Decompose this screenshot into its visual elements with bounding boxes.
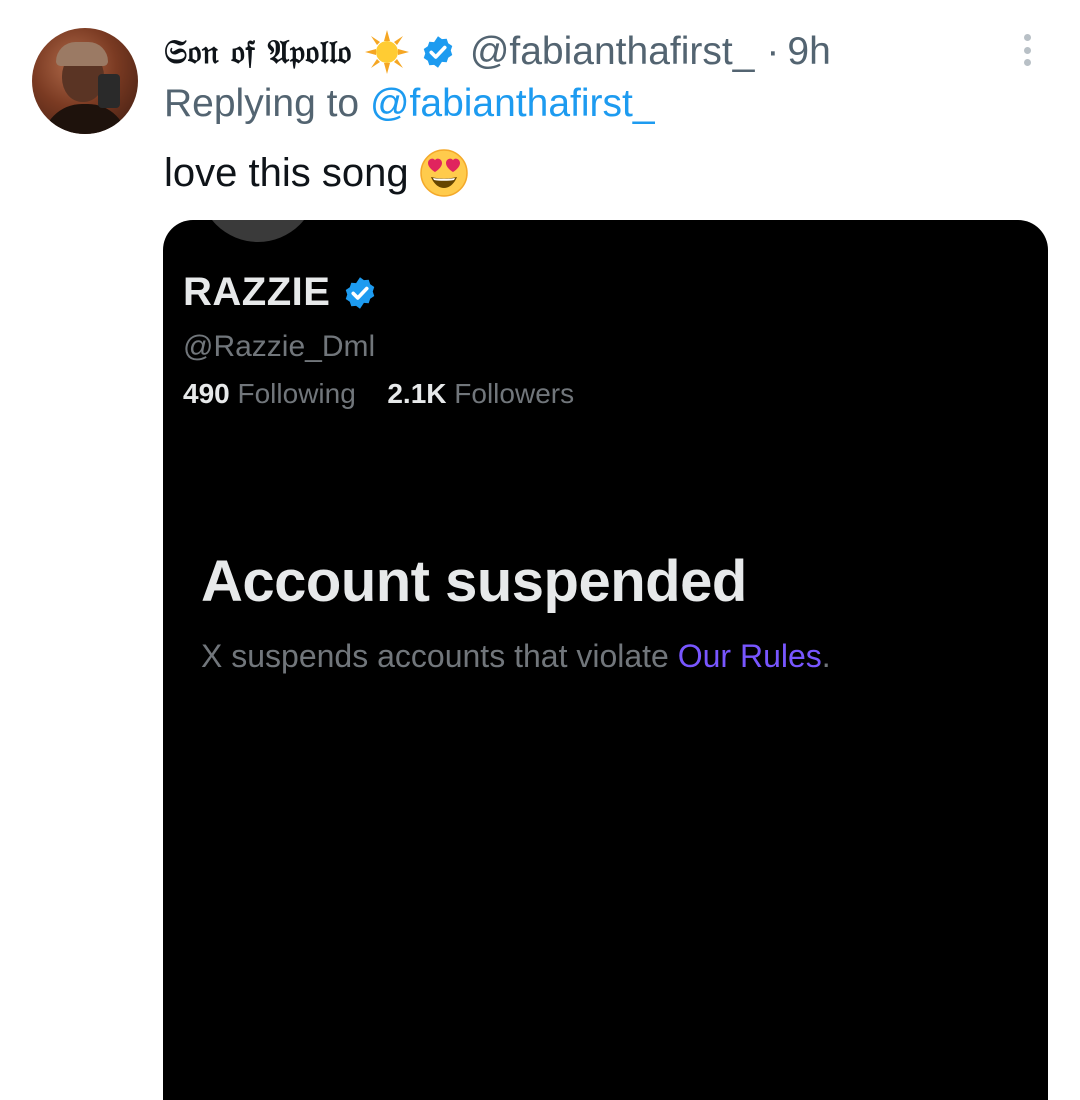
tweet[interactable]: 𝔖𝔬𝔫 𝔬𝔣 𝔄𝔭𝔬𝔩𝔩𝔬 @fabianthafirst_ · 9h Repl…: [0, 0, 1080, 1100]
tweet-header: 𝔖𝔬𝔫 𝔬𝔣 𝔄𝔭𝔬𝔩𝔩𝔬 @fabianthafirst_ · 9h: [164, 24, 831, 80]
replying-to: Replying to @fabianthafirst_: [164, 82, 655, 126]
suspended-title: Account suspended: [201, 549, 747, 614]
timestamp[interactable]: 9h: [787, 30, 830, 74]
suspended-text: X suspends accounts that violate: [201, 638, 678, 674]
avatar[interactable]: [32, 28, 138, 134]
followers-label: Followers: [454, 378, 575, 409]
following-count: 490: [183, 378, 230, 409]
profile-avatar-partial: [199, 220, 317, 242]
sun-icon: [364, 30, 409, 74]
profile-name: RAZZIE: [183, 270, 331, 314]
profile-name-row: RAZZIE: [183, 270, 378, 315]
profile-stats: 490 Following 2.1K Followers: [183, 378, 574, 410]
more-options-icon[interactable]: [1010, 30, 1044, 70]
separator-dot: ·: [766, 30, 780, 73]
reply-to-link[interactable]: @fabianthafirst_: [370, 82, 655, 125]
tweet-text-content: love this song: [164, 150, 409, 195]
embedded-screenshot[interactable]: RAZZIE @Razzie_Dml 490 Following 2.1K Fo…: [163, 220, 1048, 1100]
tweet-text: love this song: [164, 148, 469, 198]
following-label: Following: [237, 378, 356, 409]
profile-handle: @Razzie_Dml: [183, 330, 376, 363]
display-name[interactable]: 𝔖𝔬𝔫 𝔬𝔣 𝔄𝔭𝔬𝔩𝔩𝔬: [164, 32, 352, 72]
reply-prefix: Replying to: [164, 82, 370, 125]
user-handle[interactable]: @fabianthafirst_: [470, 30, 755, 74]
our-rules-link: Our Rules: [677, 638, 822, 674]
suspended-end: .: [821, 638, 831, 674]
verified-icon: [346, 276, 375, 309]
verified-icon[interactable]: [420, 34, 456, 70]
heart-eyes-emoji-icon: [419, 149, 468, 197]
suspended-description: X suspends accounts that violate Our Rul…: [201, 638, 831, 675]
followers-count: 2.1K: [387, 378, 447, 409]
